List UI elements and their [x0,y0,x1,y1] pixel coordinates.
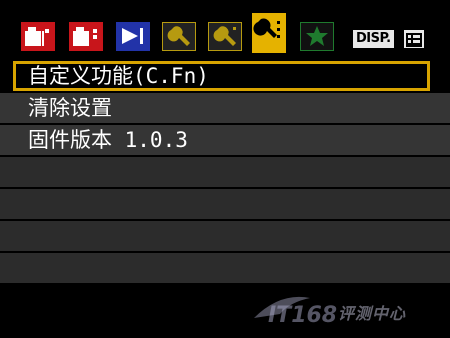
menu-empty-row [0,253,450,283]
wrench-icon [162,22,196,51]
tab-setup-3[interactable] [252,13,286,53]
menu-tab-bar: DISP. [0,0,450,60]
menu-empty-row [0,221,450,251]
menu-item-label: 清除设置 [28,96,112,120]
tab-playback[interactable] [116,22,150,51]
tab-setup-2[interactable] [208,22,242,51]
wrench-icon [252,13,286,53]
play-icon [116,22,150,51]
tab-my-menu[interactable] [300,22,334,51]
watermark: IT168 评测中心 [250,288,440,328]
menu-item-label: 固件版本 1.0.3 [28,128,188,152]
setup-menu-list: 自定义功能(C.Fn) 清除设置 固件版本 1.0.3 [0,61,450,285]
list-view-icon [404,30,424,48]
star-icon [300,22,334,51]
menu-item-label: 自定义功能(C.Fn) [28,64,209,88]
camera-icon [69,22,103,51]
wrench-icon [208,22,242,51]
tab-setup-1[interactable] [162,22,196,51]
watermark-text: 评测中心 [338,304,407,323]
menu-empty-row [0,189,450,219]
disp-button[interactable]: DISP. [353,30,394,48]
it168-logo: IT168 [254,296,337,328]
svg-text:IT168: IT168 [268,303,337,328]
tab-shooting-2[interactable] [69,22,103,51]
tab-shooting-1[interactable] [21,22,55,51]
menu-item-custom-functions[interactable]: 自定义功能(C.Fn) [13,61,430,91]
menu-item-clear-settings[interactable]: 清除设置 [0,93,450,123]
menu-item-firmware-version[interactable]: 固件版本 1.0.3 [0,125,450,155]
menu-empty-row [0,157,450,187]
camera-icon [21,22,55,51]
